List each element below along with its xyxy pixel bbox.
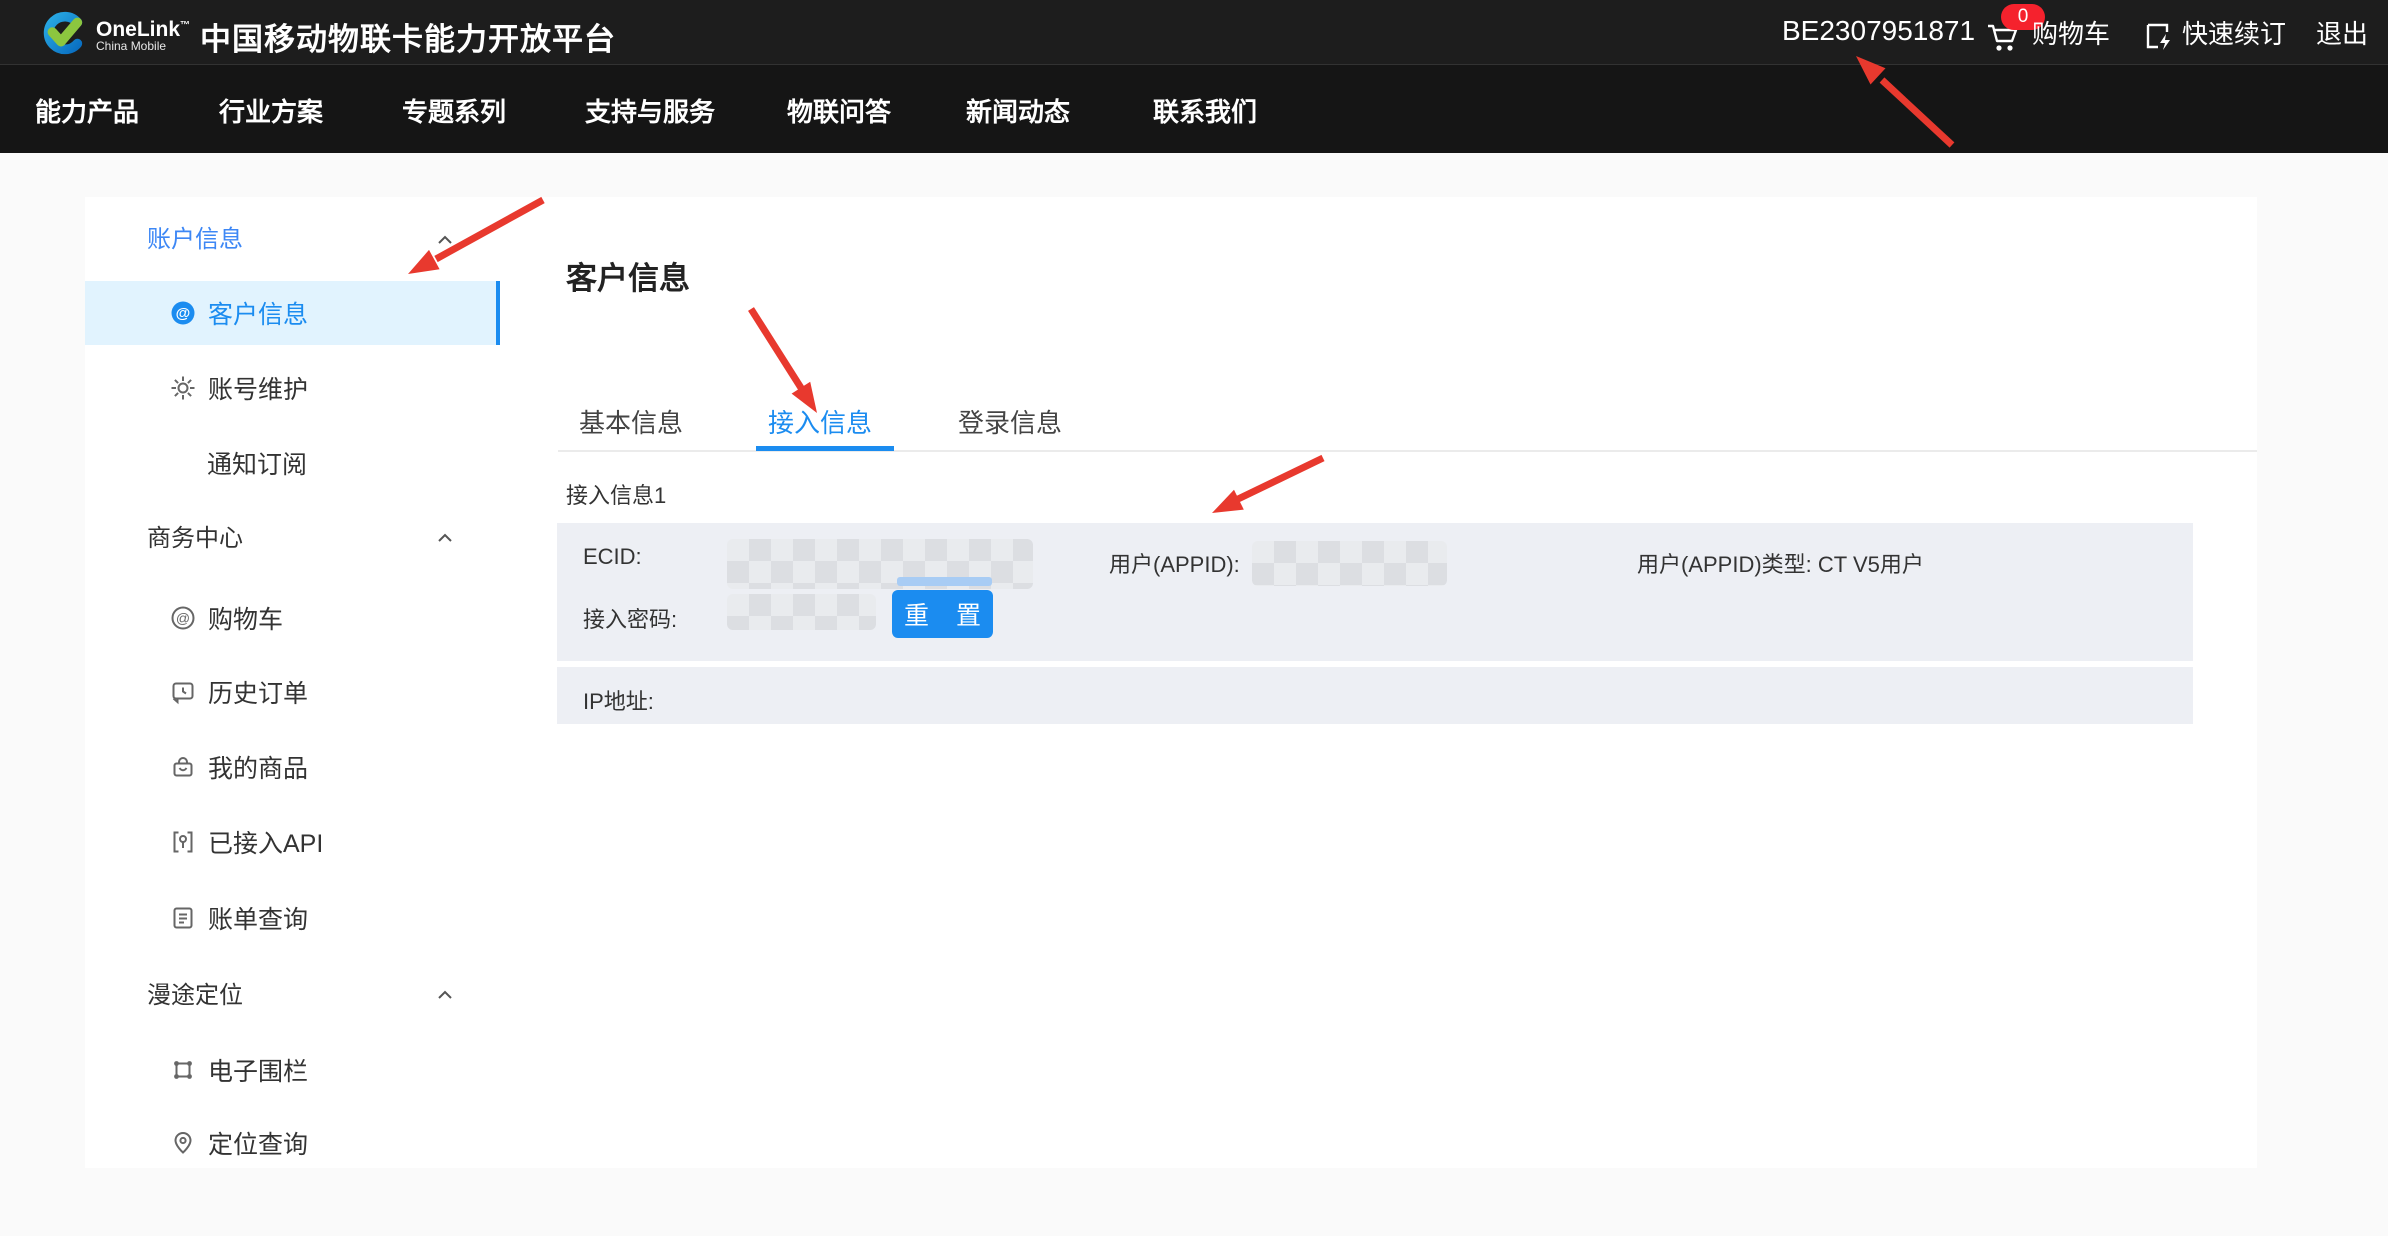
quick-renew-icon[interactable] (2144, 21, 2174, 56)
nav-item-news[interactable]: 新闻动态 (966, 92, 1070, 129)
location-pin-icon (170, 1130, 196, 1156)
chevron-up-icon[interactable] (437, 987, 453, 997)
main-nav: 能力产品 行业方案 专题系列 支持与服务 物联问答 新闻动态 联系我们 (0, 65, 2388, 153)
sidebar-item-location-query[interactable]: 定位查询 (85, 1111, 501, 1175)
access-password-label: 接入密码: (583, 602, 677, 634)
svg-text:@: @ (176, 305, 191, 322)
nav-item-industry-solutions[interactable]: 行业方案 (219, 92, 323, 129)
gear-icon (170, 375, 196, 401)
logout-button[interactable]: 退出 (2316, 18, 2368, 50)
sidebar-item-bill-inquiry[interactable]: 账单查询 (85, 886, 501, 950)
sidebar-item-notification-subscription[interactable]: 通知订阅 (85, 431, 501, 495)
api-icon (170, 829, 196, 855)
onelink-logo-icon[interactable] (36, 8, 88, 63)
fence-icon (170, 1057, 196, 1083)
access-info-section-label: 接入信息1 (566, 478, 666, 510)
sidebar-item-account-maintenance[interactable]: 账号维护 (85, 356, 501, 420)
site-title: 中国移动物联卡能力开放平台 (200, 14, 616, 59)
top-header-bar: OneLink™ China Mobile 中国移动物联卡能力开放平台 BE23… (0, 0, 2388, 65)
svg-text:@: @ (176, 610, 190, 626)
history-icon (170, 679, 196, 705)
highlight-strip (897, 577, 992, 586)
appid-type-label: 用户(APPID)类型: (1637, 552, 1812, 577)
active-tab-underline (756, 446, 894, 451)
brand-name: OneLink (96, 18, 180, 41)
ecid-label: ECID: (583, 544, 642, 570)
access-password-redacted (727, 594, 876, 630)
sidebar-item-customer-info[interactable]: @ 客户信息 (85, 281, 501, 345)
reset-password-button[interactable]: 重 置 (892, 590, 993, 638)
nav-item-contact-us[interactable]: 联系我们 (1153, 92, 1257, 129)
nav-item-iot-qa[interactable]: 物联问答 (787, 92, 891, 129)
nav-item-capability-products[interactable]: 能力产品 (35, 92, 139, 129)
nav-item-topic-series[interactable]: 专题系列 (402, 92, 506, 129)
account-id[interactable]: BE2307951871 (1782, 15, 1975, 47)
cart-label[interactable]: 购物车 (2032, 18, 2110, 50)
appid-label: 用户(APPID): (1109, 547, 1240, 579)
sidebar-item-electronic-fence[interactable]: 电子围栏 (85, 1038, 501, 1102)
ip-address-panel (557, 667, 2193, 724)
quick-renew-label[interactable]: 快速续订 (2182, 18, 2286, 50)
brand-block[interactable]: OneLink™ China Mobile (96, 16, 190, 52)
bill-icon (170, 905, 196, 931)
contact-icon: @ (170, 300, 196, 326)
goods-icon (170, 754, 196, 780)
appid-type-value: CT V5用户 (1818, 552, 1924, 577)
ip-address-label: IP地址: (583, 684, 654, 716)
sidebar-item-connected-api[interactable]: 已接入API (85, 810, 501, 874)
chevron-up-icon[interactable] (437, 232, 453, 242)
sidebar-item-order-history[interactable]: 历史订单 (85, 660, 501, 724)
tab-basic-info[interactable]: 基本信息 (579, 403, 683, 437)
chevron-up-icon[interactable] (437, 530, 453, 540)
tab-access-info[interactable]: 接入信息 (768, 403, 872, 437)
page: OneLink™ China Mobile 中国移动物联卡能力开放平台 BE23… (0, 0, 2388, 1236)
trademark: ™ (180, 20, 190, 31)
sidebar-item-my-products[interactable]: 我的商品 (85, 735, 501, 799)
appid-type-field: 用户(APPID)类型: CT V5用户 (1637, 547, 1924, 579)
tab-login-info[interactable]: 登录信息 (958, 403, 1062, 437)
sidebar-item-shopping-cart[interactable]: @ 购物车 (85, 586, 501, 650)
page-title: 客户信息 (566, 253, 690, 298)
appid-value-redacted (1252, 541, 1447, 586)
cart-item-icon: @ (170, 605, 196, 631)
nav-item-support-services[interactable]: 支持与服务 (585, 92, 715, 129)
brand-subtitle: China Mobile (96, 40, 190, 52)
